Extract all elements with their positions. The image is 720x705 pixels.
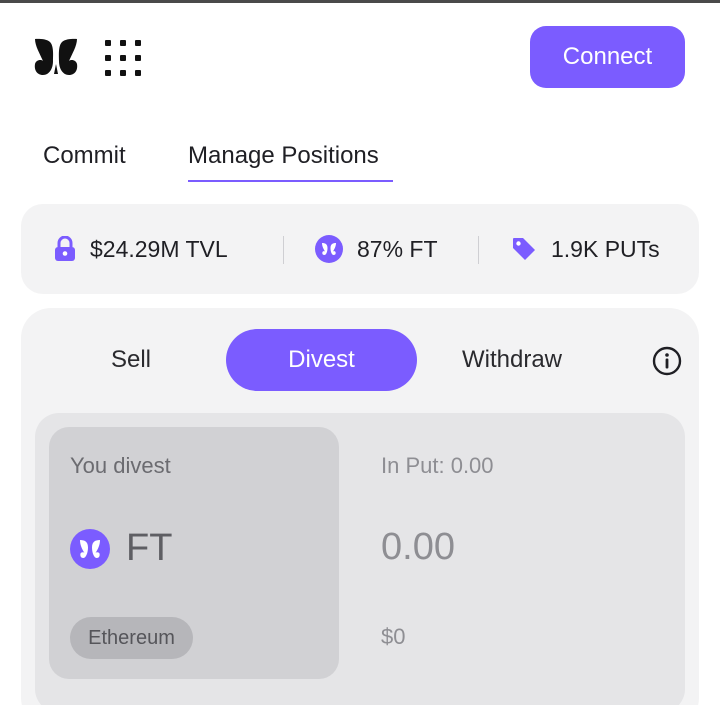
chain-badge: Ethereum [70,617,193,659]
stat-ft: 87% FT [315,204,438,294]
app-page: Connect Commit Manage Positions $24.29M … [0,0,720,705]
stat-tvl-text: $24.29M TVL [90,235,228,262]
top-border [0,0,720,3]
lock-icon [55,236,75,261]
divest-form: You divest FT Ethereum In Put: 0.00 $0 [35,413,685,705]
amount-input[interactable] [381,526,661,569]
connect-button[interactable]: Connect [530,26,685,88]
tag-icon [513,238,535,260]
in-put-balance: In Put: 0.00 [381,453,494,478]
ft-token-icon [315,235,343,263]
tab-manage-positions[interactable]: Manage Positions [188,142,379,170]
token-symbol: FT [126,527,173,569]
divest-panel: Sell Divest Withdraw You divest FT Ether… [21,308,699,705]
stat-divider [283,236,284,264]
info-icon[interactable] [652,346,682,376]
stat-divider [478,236,479,264]
brand-logo-icon[interactable] [33,36,79,78]
you-divest-label: You divest [70,453,171,478]
amount-usd-value: $0 [381,624,406,649]
tab-divest[interactable]: Divest [226,329,417,391]
stats-bar: $24.29M TVL 87% FT 1.9K PUTs [21,204,699,294]
apps-grid-icon[interactable] [104,40,142,76]
tab-commit[interactable]: Commit [43,142,126,170]
ft-token-icon [70,528,110,569]
stat-puts: 1.9K PUTs [511,204,660,294]
tab-sell[interactable]: Sell [66,329,196,391]
tab-withdraw[interactable]: Withdraw [442,329,582,391]
stat-tvl: $24.29M TVL [54,204,228,294]
stat-puts-text: 1.9K PUTs [551,235,660,262]
token-selector[interactable]: FT [70,527,172,570]
active-tab-underline [188,180,393,182]
token-input-card: You divest FT Ethereum [49,427,339,679]
stat-ft-text: 87% FT [357,235,438,262]
